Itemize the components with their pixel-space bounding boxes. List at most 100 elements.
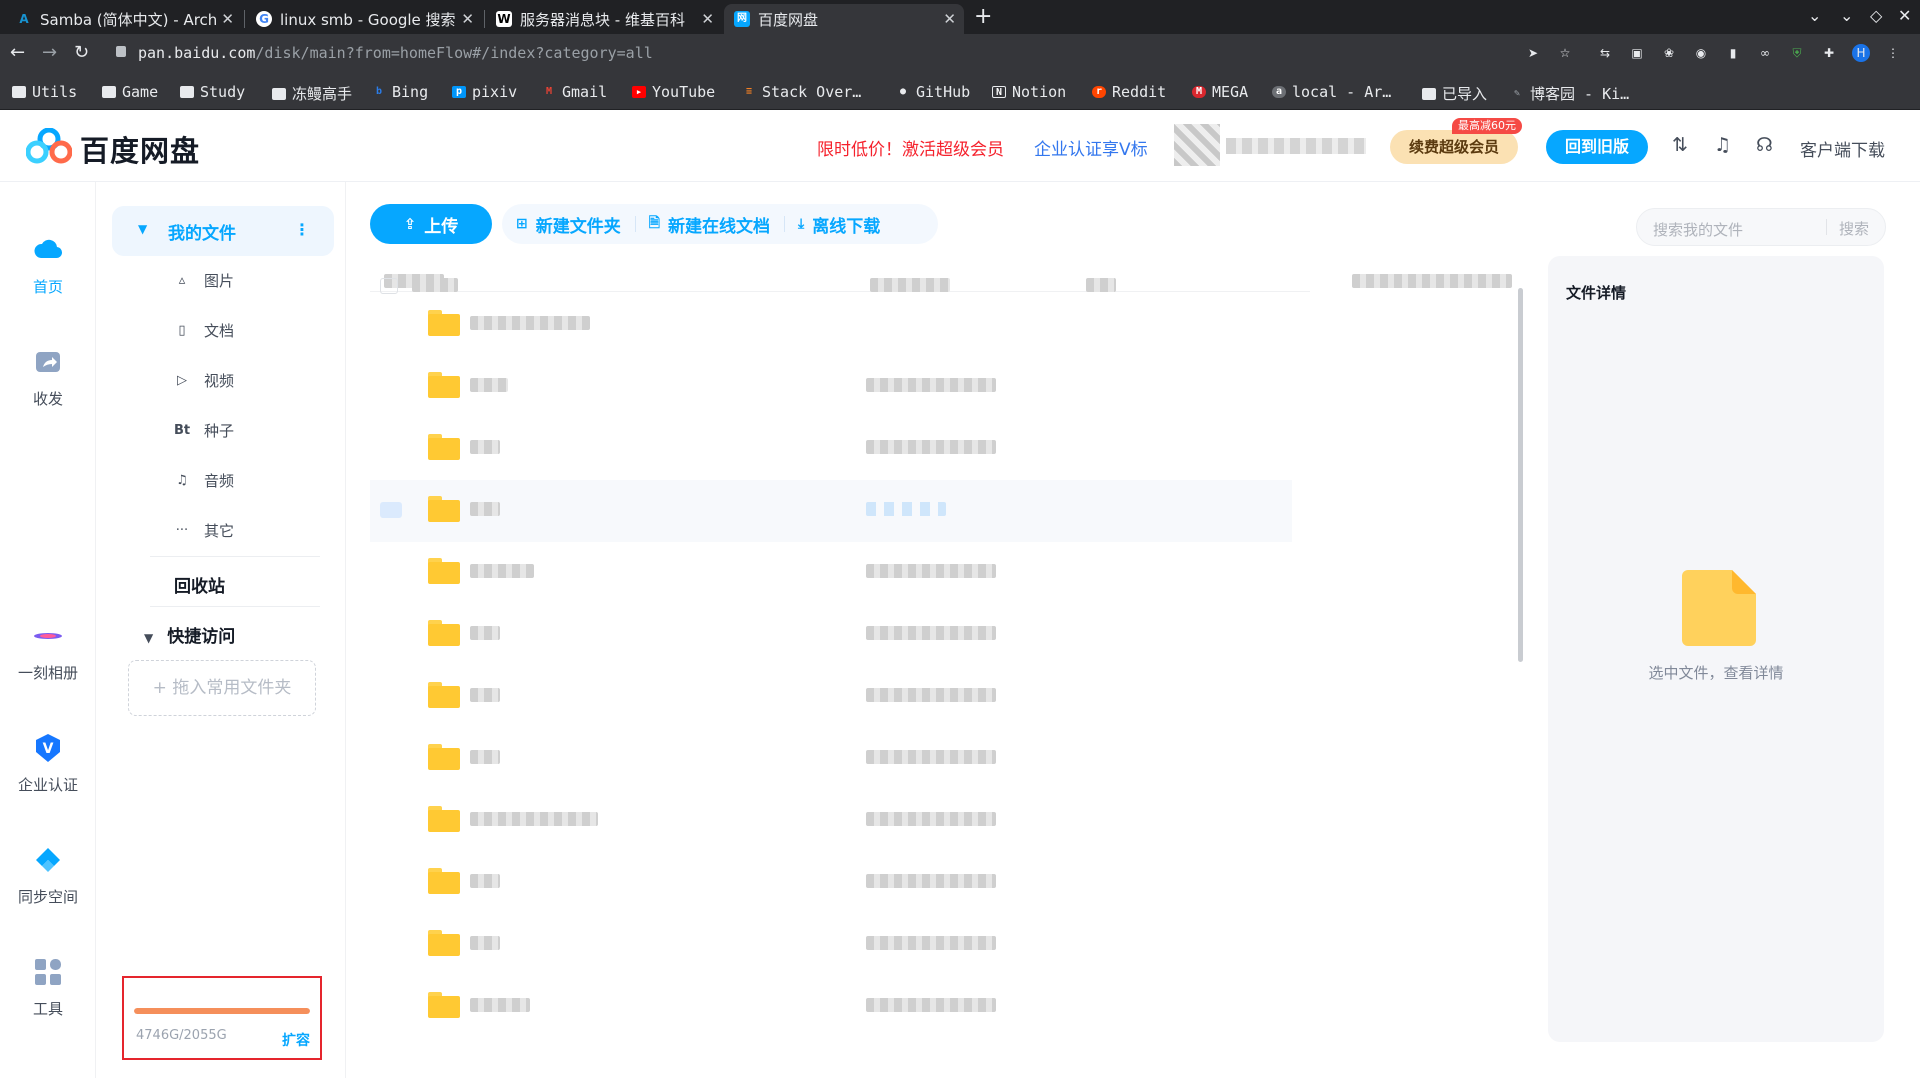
table-row[interactable] [370,728,1292,790]
table-row[interactable] [370,480,1292,542]
file-name-redacted[interactable] [470,874,500,888]
nav-sync[interactable]: 同步空间 [0,844,96,907]
enterprise-cert-link[interactable]: 企业认证享V标 [1034,135,1148,160]
bookmark-link[interactable]: p pixiv [452,83,517,101]
column-size-redacted[interactable] [1086,278,1116,292]
offline-download-button[interactable]: ⤓ 离线下载 [784,212,894,237]
table-row[interactable] [370,418,1292,480]
bookmark-link[interactable]: ● GitHub [896,83,970,101]
vip-promo-link[interactable]: 限时低价！激活超级会员 [817,135,1004,160]
headset-icon[interactable]: ☊ [1756,134,1773,156]
sidebar-item-recycle-bin[interactable]: 回收站 [174,572,225,597]
tab-search-icon[interactable]: ⌄ [1808,6,1821,25]
nav-tools[interactable]: 工具 [0,956,96,1019]
sidebar-item-other[interactable]: ··· 其它 [172,520,234,541]
baidu-pan-logo-icon[interactable] [26,128,72,164]
bookmark-link[interactable]: M Gmail [542,83,607,101]
sidebar-item-documents[interactable]: ▯ 文档 [172,320,234,341]
nav-share[interactable]: 收发 [0,346,96,409]
table-row[interactable] [370,294,1292,356]
profile-avatar[interactable]: H [1852,44,1870,62]
sidebar-item-audio[interactable]: ♫ 音频 [172,470,234,491]
close-icon[interactable]: ✕ [943,10,956,28]
sidebar-item-my-files[interactable]: ▼ 我的文件 ⋮ [112,206,334,256]
file-name-redacted[interactable] [470,626,500,640]
file-name-redacted[interactable] [470,812,598,826]
expand-storage-link[interactable]: 扩容 [282,1030,310,1050]
table-row[interactable] [370,852,1292,914]
file-name-redacted[interactable] [470,750,500,764]
bookmark-link[interactable]: r Reddit [1092,83,1166,101]
bell-icon[interactable]: ♫ [1714,134,1731,156]
bookmark-folder[interactable]: Game [102,83,158,101]
extension-icon[interactable]: ❀ [1660,44,1678,62]
bookmark-link[interactable]: ▶ YouTube [632,83,715,101]
quick-access-dropzone[interactable]: + 拖入常用文件夹 [128,660,316,716]
file-name-redacted[interactable] [470,502,500,516]
reload-icon[interactable]: ↻ [74,42,89,63]
new-online-doc-button[interactable]: 🗎 新建在线文档 [634,212,784,237]
sidebar-item-videos[interactable]: ▷ 视频 [172,370,234,391]
nav-home[interactable]: 首页 [0,234,96,297]
bookmark-folder[interactable]: Utils [12,83,77,101]
puzzle-icon[interactable]: ✚ [1820,44,1838,62]
minimize-icon[interactable]: ⌄ [1840,6,1853,25]
address-bar[interactable]: pan.baidu.com/disk/main?from=homeFlow#/i… [138,44,653,62]
user-avatar[interactable] [1174,124,1220,166]
username-redacted[interactable] [1226,138,1366,154]
extension-icon[interactable]: ⇆ [1596,44,1614,62]
file-name-redacted[interactable] [470,564,534,578]
shield-icon[interactable]: ⛨ [1788,44,1806,62]
search-box[interactable]: 搜索我的文件 搜索 [1636,208,1886,246]
file-name-redacted[interactable] [470,440,500,454]
bookmark-link[interactable]: M MEGA [1192,83,1248,101]
browser-tab[interactable]: W 服务器消息块 - 维基百科 ✕ [486,4,722,34]
renew-vip-button[interactable]: 续费超级会员 [1390,130,1518,164]
browser-tab[interactable]: G linux smb - Google 搜索 ✕ [246,4,482,34]
bookmark-link[interactable]: b Bing [372,83,428,101]
extension-icon[interactable]: ▣ [1628,44,1646,62]
transfer-icon[interactable]: ⇅ [1672,134,1688,156]
window-close-icon[interactable]: ✕ [1898,6,1911,25]
file-name-redacted[interactable] [470,378,508,392]
nav-album[interactable]: 一刻相册 [0,620,96,683]
table-row[interactable] [370,976,1292,1038]
browser-tab-active[interactable]: 网 百度网盘 ✕ [724,4,964,34]
sidebar-item-images[interactable]: ▵ 图片 [172,270,234,291]
old-version-button[interactable]: 回到旧版 [1546,130,1648,164]
bookmark-link[interactable]: a local - Ar… [1272,83,1391,101]
sidebar-item-torrents[interactable]: Bt 种子 [172,420,234,441]
table-row[interactable] [370,914,1292,976]
select-all-checkbox[interactable] [380,278,398,294]
bookmark-link[interactable]: N Notion [992,83,1066,101]
column-name-redacted[interactable] [412,278,458,292]
extension-icon[interactable]: ◉ [1692,44,1710,62]
bookmark-folder[interactable]: 已导入 [1422,83,1487,104]
menu-icon[interactable]: ⋮ [1884,44,1902,62]
star-icon[interactable]: ☆ [1556,44,1574,62]
bookmark-folder[interactable]: Study [180,83,245,101]
close-icon[interactable]: ✕ [221,10,234,28]
close-icon[interactable]: ✕ [461,10,474,28]
bookmark-link[interactable]: ✎ 博客园 - Ki… [1510,83,1629,104]
row-checkbox[interactable] [380,502,402,518]
extension-icon[interactable]: ∞ [1756,44,1774,62]
search-input[interactable]: 搜索我的文件 [1653,219,1743,240]
send-icon[interactable]: ➤ [1524,44,1542,62]
forward-icon[interactable]: → [42,42,57,63]
logo-text[interactable]: 百度网盘 [80,128,200,170]
file-name-redacted[interactable] [470,688,500,702]
scrollbar-thumb[interactable] [1518,288,1523,662]
column-time-redacted[interactable] [870,278,950,292]
file-name-redacted[interactable] [470,936,500,950]
bookmark-folder[interactable]: 冻鳗高手 [272,83,352,104]
client-download-link[interactable]: 客户端下载 [1800,136,1885,161]
table-row[interactable] [370,356,1292,418]
maximize-icon[interactable]: ◇ [1870,6,1882,25]
upload-button[interactable]: ⇪ 上传 [370,204,492,244]
extension-icon[interactable]: ▮ [1724,44,1742,62]
sidebar-item-quick-access[interactable]: ▼ 快捷访问 [144,622,235,647]
table-row[interactable] [370,604,1292,666]
nav-enterprise[interactable]: V 企业认证 [0,732,96,795]
row-actions-redacted[interactable] [866,502,946,516]
